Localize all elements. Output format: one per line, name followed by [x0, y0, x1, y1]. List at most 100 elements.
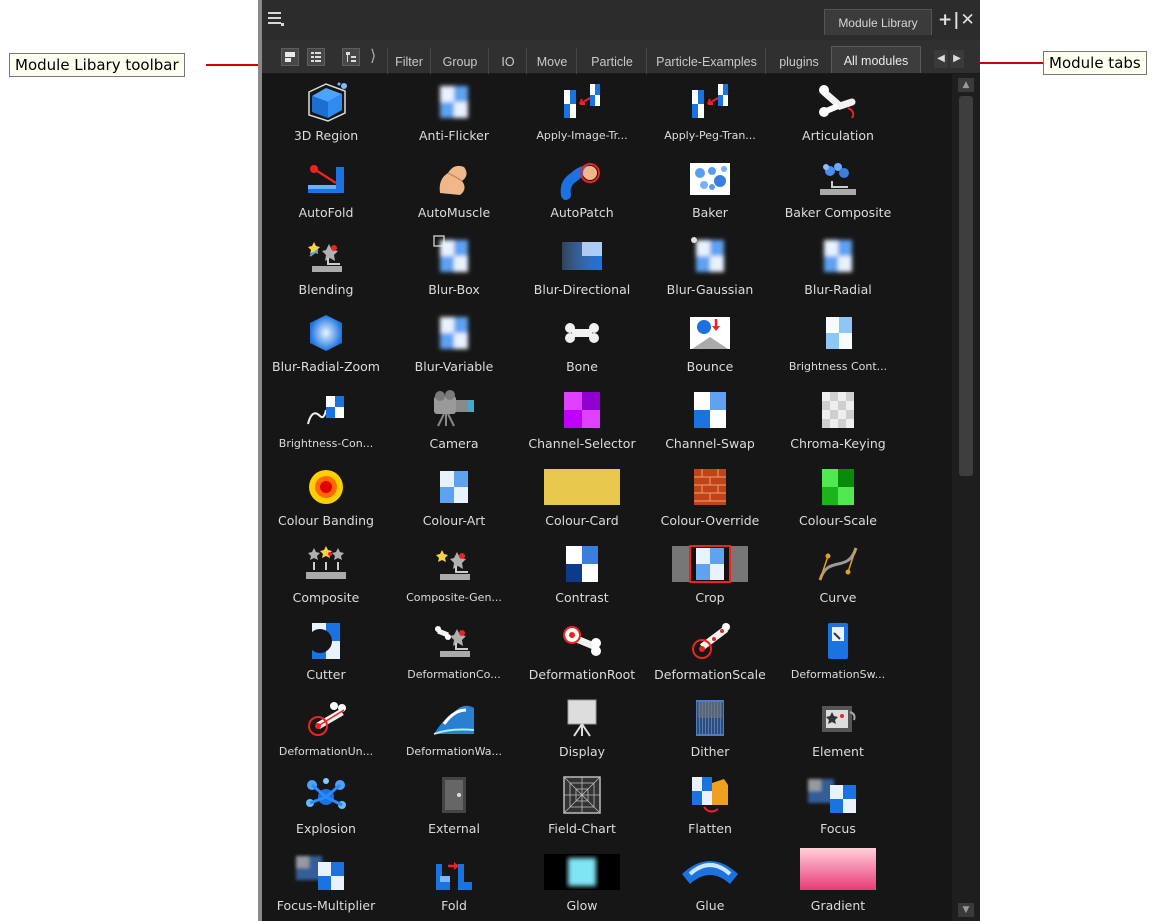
- view-icons-button[interactable]: [281, 48, 299, 66]
- module-library-tab[interactable]: Module Library: [824, 9, 932, 35]
- module-item-colour-art[interactable]: Colour-Art: [390, 459, 518, 536]
- vertical-scrollbar[interactable]: ▲ ▼: [952, 74, 980, 921]
- module-item-anti-flicker[interactable]: Anti-Flicker: [390, 74, 518, 151]
- blur-directional-icon: [562, 236, 602, 276]
- module-item-camera[interactable]: Camera: [390, 382, 518, 459]
- module-item-external[interactable]: External: [390, 767, 518, 844]
- blur-gaussian-icon: [690, 236, 730, 276]
- colour-card-icon: [544, 467, 620, 507]
- module-label: DeformationWa...: [405, 745, 503, 758]
- module-item-apply-peg-tran[interactable]: Apply-Peg-Tran...: [646, 74, 774, 151]
- module-item-channel-selector[interactable]: Channel-Selector: [518, 382, 646, 459]
- module-item-blur-variable[interactable]: Blur-Variable: [390, 305, 518, 382]
- blur-variable-icon: [434, 313, 474, 353]
- module-item-automuscle[interactable]: AutoMuscle: [390, 151, 518, 228]
- module-label: Dither: [690, 744, 730, 759]
- module-item-colour-override[interactable]: Colour-Override: [646, 459, 774, 536]
- module-item-cutter[interactable]: Cutter: [262, 613, 390, 690]
- module-item-blur-gaussian[interactable]: Blur-Gaussian: [646, 228, 774, 305]
- deformation-uniform-scale-icon: [306, 698, 346, 738]
- gradient-icon: [800, 848, 876, 892]
- menu-icon[interactable]: [268, 12, 284, 26]
- module-item-blur-radial[interactable]: Blur-Radial: [774, 228, 902, 305]
- module-item-element[interactable]: Element: [774, 690, 902, 767]
- module-item-field-chart[interactable]: Field-Chart: [518, 767, 646, 844]
- module-item-deformationco[interactable]: DeformationCo...: [390, 613, 518, 690]
- module-item-colour-scale[interactable]: Colour-Scale: [774, 459, 902, 536]
- composite-icon: [306, 544, 346, 584]
- tab-scroll-left-icon[interactable]: ◀: [934, 50, 948, 68]
- module-item-colour-banding[interactable]: Colour Banding: [262, 459, 390, 536]
- module-item-deformationroot[interactable]: DeformationRoot: [518, 613, 646, 690]
- tab-filter[interactable]: Filter: [387, 48, 430, 74]
- tab-all-modules[interactable]: All modules: [831, 46, 921, 73]
- autopatch-icon: [560, 159, 602, 200]
- module-item-bounce[interactable]: Bounce: [646, 305, 774, 382]
- flatten-icon: [690, 775, 730, 815]
- tab-move[interactable]: Move: [526, 48, 577, 74]
- module-item-crop[interactable]: Crop: [646, 536, 774, 613]
- module-item-contrast[interactable]: Contrast: [518, 536, 646, 613]
- module-item-blending[interactable]: Blending: [262, 228, 390, 305]
- apply-image-transform-icon: [562, 82, 602, 122]
- module-item-explosion[interactable]: Explosion: [262, 767, 390, 844]
- module-item-glow[interactable]: Glow: [518, 844, 646, 921]
- bone-icon: [562, 313, 602, 353]
- module-item-baker[interactable]: Baker: [646, 151, 774, 228]
- module-item-3d-region[interactable]: 3D Region: [262, 74, 390, 151]
- module-label: Flatten: [688, 821, 732, 836]
- module-item-brightness-cont[interactable]: Brightness Cont...: [774, 305, 902, 382]
- module-item-composite[interactable]: Composite: [262, 536, 390, 613]
- view-list-button[interactable]: [307, 48, 325, 66]
- module-item-glue[interactable]: Glue: [646, 844, 774, 921]
- module-item-deformationscale[interactable]: DeformationScale: [646, 613, 774, 690]
- module-item-blur-directional[interactable]: Blur-Directional: [518, 228, 646, 305]
- module-item-focus[interactable]: Focus: [774, 767, 902, 844]
- dither-icon: [690, 698, 730, 738]
- module-item-chroma-keying[interactable]: Chroma-Keying: [774, 382, 902, 459]
- deformation-wave-icon: [433, 698, 475, 738]
- brightness-contrast-2-icon: [306, 390, 346, 430]
- module-item-blur-radial-zoom[interactable]: Blur-Radial-Zoom: [262, 305, 390, 382]
- module-item-gradient[interactable]: Gradient: [774, 844, 902, 921]
- module-item-channel-swap[interactable]: Channel-Swap: [646, 382, 774, 459]
- module-item-apply-image-tr[interactable]: Apply-Image-Tr...: [518, 74, 646, 151]
- blur-box-icon: [433, 235, 474, 276]
- module-item-colour-card[interactable]: Colour-Card: [518, 459, 646, 536]
- module-item-deformationwa[interactable]: DeformationWa...: [390, 690, 518, 767]
- module-item-baker-composite[interactable]: Baker Composite: [774, 151, 902, 228]
- module-label: Focus-Multiplier: [276, 898, 376, 913]
- module-label: Focus: [820, 821, 856, 836]
- module-item-autopatch[interactable]: AutoPatch: [518, 151, 646, 228]
- module-item-deformationsw[interactable]: DeformationSw...: [774, 613, 902, 690]
- module-item-bone[interactable]: Bone: [518, 305, 646, 382]
- module-label: Composite-Gen...: [406, 591, 502, 604]
- tab-particle[interactable]: Particle: [576, 48, 647, 74]
- view-tree-button[interactable]: [342, 48, 360, 66]
- module-item-composite-gen[interactable]: Composite-Gen...: [390, 536, 518, 613]
- module-item-autofold[interactable]: AutoFold: [262, 151, 390, 228]
- scroll-up-icon[interactable]: ▲: [958, 78, 974, 92]
- module-item-dither[interactable]: Dither: [646, 690, 774, 767]
- colour-scale-icon: [818, 467, 858, 507]
- tab-scroll-right-icon[interactable]: ▶: [950, 50, 964, 68]
- module-item-display[interactable]: Display: [518, 690, 646, 767]
- module-item-focus-multiplier[interactable]: Focus-Multiplier: [262, 844, 390, 921]
- module-item-articulation[interactable]: Articulation: [774, 74, 902, 151]
- module-item-flatten[interactable]: Flatten: [646, 767, 774, 844]
- module-item-curve[interactable]: Curve: [774, 536, 902, 613]
- tab-particle-examples[interactable]: Particle-Examples: [646, 48, 766, 74]
- window-controls[interactable]: +|✕: [938, 10, 976, 30]
- module-library-panel: Module Library +|✕ ⟩ Filter Group IO Move Pa…: [258, 0, 980, 921]
- module-item-blur-box[interactable]: Blur-Box: [390, 228, 518, 305]
- scroll-thumb[interactable]: [959, 96, 973, 476]
- tab-plugins[interactable]: plugins: [765, 48, 832, 74]
- tab-group[interactable]: Group: [430, 48, 489, 74]
- module-label: Brightness-Con...: [278, 437, 374, 450]
- module-item-deformationun[interactable]: DeformationUn...: [262, 690, 390, 767]
- scroll-down-icon[interactable]: ▼: [958, 903, 974, 917]
- module-label: Camera: [429, 436, 479, 451]
- module-item-fold[interactable]: Fold: [390, 844, 518, 921]
- module-item-brightness-con[interactable]: Brightness-Con...: [262, 382, 390, 459]
- tab-io[interactable]: IO: [488, 48, 527, 74]
